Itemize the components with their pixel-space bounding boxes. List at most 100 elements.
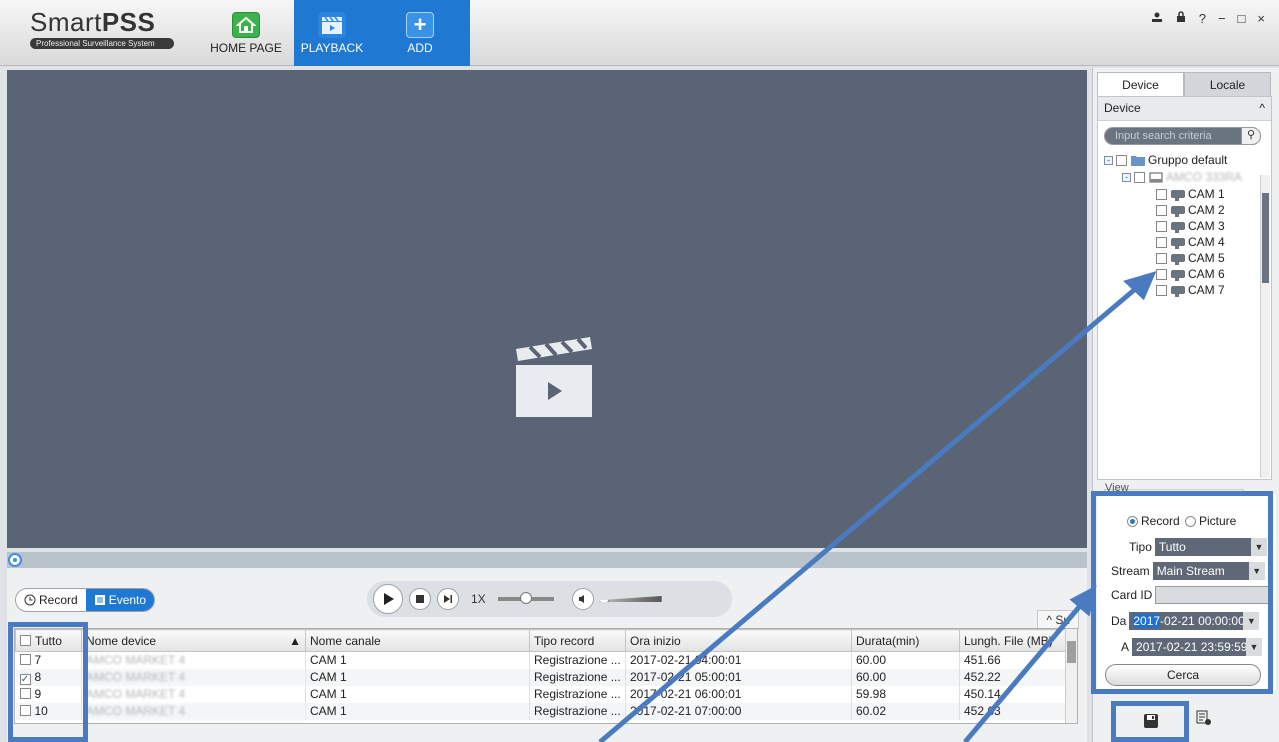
col-start-time[interactable]: Ora inizio: [625, 629, 852, 652]
col-device-name[interactable]: Nome device ▲: [81, 629, 306, 652]
row-size: 451.66: [959, 651, 1077, 669]
home-icon: [232, 12, 260, 38]
row-start: 2017-02-21 07:00:00: [625, 702, 852, 720]
col-duration[interactable]: Durata(min): [851, 629, 960, 652]
nav-playback[interactable]: PLAYBACK: [294, 0, 370, 66]
tree-cam[interactable]: CAM 6: [1156, 267, 1225, 281]
table-row[interactable]: 7 AMCO MARKET 4 CAM 1 Registrazione ... …: [15, 651, 1077, 669]
close-button[interactable]: ×: [1257, 11, 1265, 26]
tree-cam-label: CAM 3: [1188, 219, 1225, 233]
tree-device[interactable]: - AMCO 333RA: [1122, 170, 1242, 184]
tree-cam[interactable]: CAM 4: [1156, 235, 1225, 249]
mode-record-button[interactable]: Record: [16, 589, 86, 611]
camera-icon: [1171, 254, 1185, 265]
volume-button[interactable]: [571, 588, 594, 610]
chevron-up-icon: ^: [1259, 101, 1265, 115]
camera-icon: [1171, 206, 1185, 217]
right-tabs: Device Locale: [1097, 72, 1271, 97]
export-list-button[interactable]: [1196, 710, 1216, 732]
row-device: AMCO MARKET 4: [81, 702, 306, 720]
tree-checkbox[interactable]: [1156, 188, 1167, 200]
playback-controls: 1X: [367, 581, 732, 617]
speed-slider[interactable]: [497, 592, 554, 604]
tree-scrollbar[interactable]: [1260, 175, 1270, 478]
maximize-button[interactable]: □: [1238, 11, 1246, 26]
device-search-input[interactable]: Input search criteria ⚲: [1104, 127, 1261, 145]
tree-scroll-thumb[interactable]: [1262, 193, 1269, 283]
tree-checkbox[interactable]: [1156, 284, 1167, 296]
bottom-panel: Record Evento 1X ^ Su Tutto Nome device …: [7, 568, 1087, 742]
list-export-icon: [1196, 710, 1211, 725]
play-button[interactable]: [373, 584, 403, 614]
collapse-icon[interactable]: -: [1122, 172, 1131, 182]
tree-cam-label: CAM 7: [1188, 283, 1225, 297]
annotation-box-save: [1111, 701, 1189, 742]
stop-button[interactable]: [409, 588, 431, 610]
col-start-label: Ora inizio: [630, 633, 681, 648]
tree-cam-label: CAM 2: [1188, 203, 1225, 217]
tab-locale[interactable]: Locale: [1184, 72, 1271, 97]
next-frame-button[interactable]: [437, 588, 459, 610]
speed-slider-handle[interactable]: [519, 592, 532, 604]
annotation-box-checkboxes: [8, 622, 88, 742]
collapse-icon[interactable]: -: [1104, 155, 1113, 165]
tree-checkbox[interactable]: [1156, 252, 1167, 264]
tree-cam[interactable]: CAM 5: [1156, 251, 1225, 265]
tab-device[interactable]: Device: [1097, 72, 1184, 97]
tree-cam[interactable]: CAM 7: [1156, 283, 1225, 297]
nav-add[interactable]: + ADD: [370, 0, 470, 66]
tree-group-default[interactable]: - Gruppo default: [1104, 153, 1227, 167]
row-type: Registrazione ...: [529, 668, 626, 686]
tree-group-label: Gruppo default: [1148, 153, 1228, 167]
logo-name-bold: PSS: [101, 7, 156, 37]
row-start: 2017-02-21 05:00:01: [625, 668, 852, 686]
tree-checkbox[interactable]: [1116, 154, 1127, 166]
event-list-icon: [94, 595, 105, 605]
tree-cam-label: CAM 5: [1188, 251, 1225, 265]
tree-checkbox[interactable]: [1156, 268, 1167, 280]
user-icon[interactable]: [1151, 11, 1163, 26]
volume-slider[interactable]: [599, 596, 662, 602]
tree-checkbox[interactable]: [1156, 236, 1167, 248]
row-type: Registrazione ...: [529, 702, 626, 720]
mode-evento-label: Evento: [108, 593, 147, 607]
annotation-box-filter: [1091, 491, 1273, 694]
timeline-bar[interactable]: [7, 552, 1087, 568]
volume-slider-handle[interactable]: [599, 596, 610, 602]
plus-icon: +: [406, 12, 434, 38]
table-row[interactable]: ✓ 8 AMCO MARKET 4 CAM 1 Registrazione ...…: [15, 668, 1077, 686]
table-row[interactable]: 9 AMCO MARKET 4 CAM 1 Registrazione ... …: [15, 685, 1077, 703]
row-type: Registrazione ...: [529, 685, 626, 703]
tree-checkbox[interactable]: [1156, 220, 1167, 232]
nav-home-label: HOME PAGE: [210, 41, 282, 55]
search-icon[interactable]: ⚲: [1241, 127, 1261, 145]
help-button[interactable]: ?: [1199, 11, 1206, 26]
col-channel-label: Nome canale: [310, 633, 381, 648]
nav-home-page[interactable]: HOME PAGE: [206, 0, 286, 66]
row-type: Registrazione ...: [529, 651, 626, 669]
tree-cam-label: CAM 1: [1188, 187, 1225, 201]
table-row[interactable]: 10 AMCO MARKET 4 CAM 1 Registrazione ...…: [15, 702, 1077, 720]
device-section-header[interactable]: Device ^: [1098, 97, 1271, 121]
row-start: 2017-02-21 06:00:01: [625, 685, 852, 703]
col-channel-name[interactable]: Nome canale: [305, 629, 530, 652]
collapse-list-button[interactable]: ^ Su: [1037, 610, 1079, 629]
table-scroll-thumb[interactable]: [1067, 641, 1076, 663]
mode-evento-button[interactable]: Evento: [85, 589, 155, 611]
video-viewport[interactable]: [7, 70, 1087, 548]
tree-cam[interactable]: CAM 1: [1156, 187, 1225, 201]
lock-icon[interactable]: [1175, 11, 1187, 26]
tree-cam[interactable]: CAM 2: [1156, 203, 1225, 217]
camera-icon: [1171, 238, 1185, 249]
tree-cam[interactable]: CAM 3: [1156, 219, 1225, 233]
minimize-button[interactable]: −: [1218, 11, 1226, 26]
row-channel: CAM 1: [305, 685, 530, 703]
col-record-type[interactable]: Tipo record: [529, 629, 626, 652]
timeline-handle[interactable]: [8, 553, 22, 567]
table-scrollbar[interactable]: [1065, 629, 1077, 723]
row-device: AMCO MARKET 4: [81, 651, 306, 669]
tree-checkbox[interactable]: [1156, 204, 1167, 216]
col-file-size[interactable]: Lungh. File (MB): [959, 629, 1077, 652]
tree-checkbox[interactable]: [1134, 171, 1145, 183]
clapperboard-icon: [516, 337, 592, 417]
